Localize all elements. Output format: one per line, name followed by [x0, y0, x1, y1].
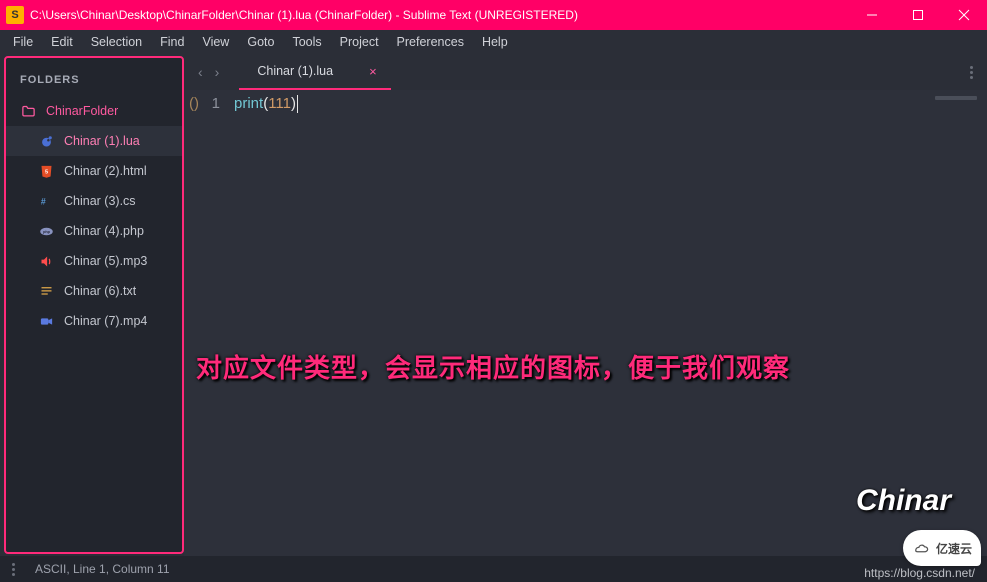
minimize-button[interactable]	[849, 0, 895, 30]
menu-tools[interactable]: Tools	[283, 33, 330, 51]
minimap[interactable]	[935, 96, 977, 100]
menu-help[interactable]: Help	[473, 33, 517, 51]
sidebar: FOLDERS ChinarFolder Chinar (1).lua 5 Ch…	[4, 56, 184, 554]
sidebar-file-html[interactable]: 5 Chinar (2).html	[6, 156, 182, 186]
status-menu-button[interactable]	[12, 563, 15, 576]
file-label: Chinar (1).lua	[64, 134, 140, 148]
sidebar-file-cs[interactable]: # Chinar (3).cs	[6, 186, 182, 216]
tab-label: Chinar (1).lua	[257, 64, 333, 78]
tab-overflow-button[interactable]	[970, 66, 973, 79]
status-bar: ASCII, Line 1, Column 11	[0, 556, 987, 582]
file-label: Chinar (2).html	[64, 164, 147, 178]
text-caret	[297, 95, 298, 113]
code-editor[interactable]: () 1 print(111)	[184, 90, 987, 556]
file-label: Chinar (7).mp4	[64, 314, 147, 328]
svg-text:5: 5	[44, 169, 47, 175]
sidebar-file-mp3[interactable]: Chinar (5).mp3	[6, 246, 182, 276]
fold-gutter[interactable]: ()	[184, 90, 204, 556]
sidebar-folder[interactable]: ChinarFolder	[6, 96, 182, 126]
menu-file[interactable]: File	[4, 33, 42, 51]
menu-project[interactable]: Project	[331, 33, 388, 51]
status-text: ASCII, Line 1, Column 11	[35, 562, 170, 576]
menu-find[interactable]: Find	[151, 33, 193, 51]
html-icon: 5	[38, 163, 54, 179]
sidebar-file-mp4[interactable]: Chinar (7).mp4	[6, 306, 182, 336]
svg-text:#: #	[40, 196, 45, 206]
sidebar-file-txt[interactable]: Chinar (6).txt	[6, 276, 182, 306]
code-line[interactable]: print(111)	[224, 90, 298, 556]
app-icon: S	[6, 6, 24, 24]
sidebar-file-lua[interactable]: Chinar (1).lua	[6, 126, 182, 156]
file-label: Chinar (6).txt	[64, 284, 136, 298]
video-icon	[38, 313, 54, 329]
file-label: Chinar (5).mp3	[64, 254, 147, 268]
window-titlebar: S C:\Users\Chinar\Desktop\ChinarFolder\C…	[0, 0, 987, 30]
sidebar-file-php[interactable]: php Chinar (4).php	[6, 216, 182, 246]
menu-preferences[interactable]: Preferences	[388, 33, 473, 51]
menu-selection[interactable]: Selection	[82, 33, 151, 51]
window-title: C:\Users\Chinar\Desktop\ChinarFolder\Chi…	[30, 8, 578, 22]
menu-edit[interactable]: Edit	[42, 33, 82, 51]
tab-bar: ‹ › Chinar (1).lua ×	[184, 54, 987, 90]
tab-close-icon[interactable]: ×	[369, 64, 377, 79]
close-button[interactable]	[941, 0, 987, 30]
token-function: print	[234, 95, 263, 112]
token-paren: )	[291, 95, 296, 112]
token-number: 111	[268, 95, 291, 112]
svg-text:php: php	[43, 229, 51, 233]
audio-icon	[38, 253, 54, 269]
menu-view[interactable]: View	[193, 33, 238, 51]
text-icon	[38, 283, 54, 299]
menu-goto[interactable]: Goto	[238, 33, 283, 51]
menu-bar: File Edit Selection Find View Goto Tools…	[0, 30, 987, 54]
tab-active[interactable]: Chinar (1).lua ×	[239, 54, 390, 90]
folder-label: ChinarFolder	[46, 104, 118, 118]
php-icon: php	[38, 223, 54, 239]
folder-icon	[20, 103, 36, 119]
sidebar-header: FOLDERS	[6, 58, 182, 96]
file-label: Chinar (3).cs	[64, 194, 136, 208]
editor-pane: ‹ › Chinar (1).lua × () 1 print(111)	[184, 54, 987, 556]
tab-nav-back[interactable]: ‹	[192, 64, 209, 80]
maximize-button[interactable]	[895, 0, 941, 30]
line-number-gutter: 1	[204, 90, 224, 556]
tab-nav-forward[interactable]: ›	[209, 64, 226, 80]
lua-icon	[38, 133, 54, 149]
file-label: Chinar (4).php	[64, 224, 144, 238]
cs-icon: #	[38, 193, 54, 209]
